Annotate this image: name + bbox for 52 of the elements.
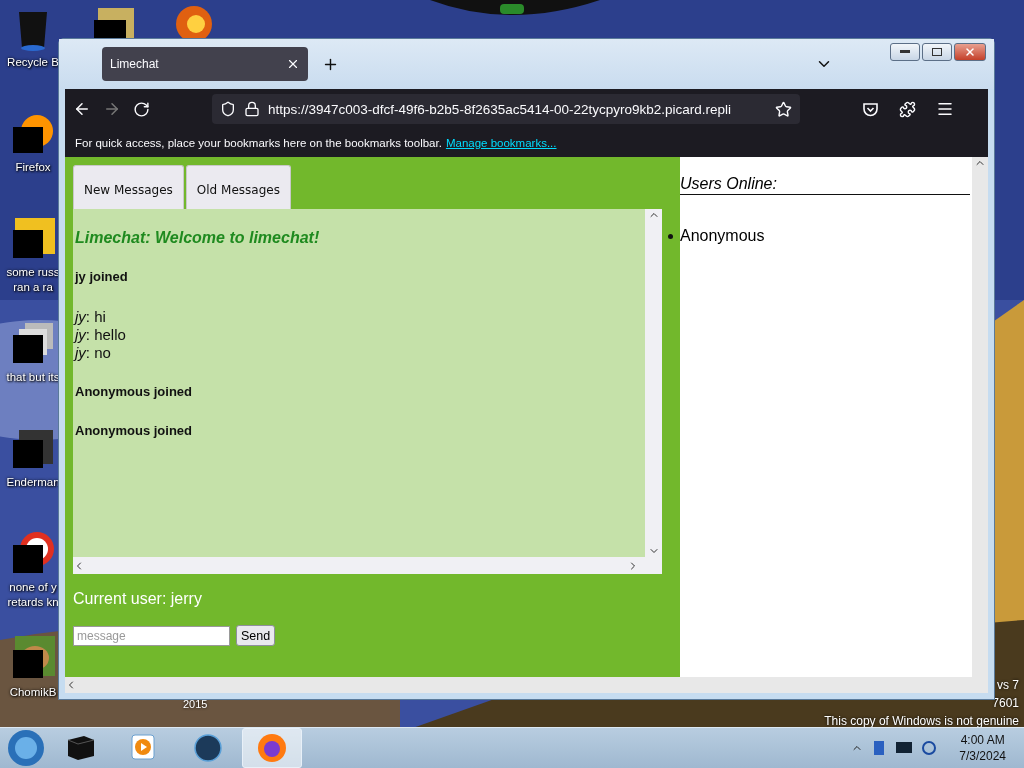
chat-title: Limechat: Welcome to limechat! [75, 229, 321, 247]
chat-message: jy: hi [75, 308, 107, 326]
extensions-icon[interactable] [899, 100, 916, 118]
desktop-icon-label: ran a ra [13, 280, 53, 295]
manage-bookmarks-link[interactable]: Manage bookmarks... [445, 137, 557, 149]
desktop-icon-label: some russ [6, 265, 60, 280]
menu-icon[interactable] [936, 100, 954, 118]
windows-notice: vs 7 [997, 678, 1019, 692]
maximize-button[interactable] [922, 43, 952, 61]
bullet-icon [668, 234, 673, 239]
monitor-icon[interactable] [895, 740, 914, 756]
close-button[interactable] [954, 43, 986, 61]
desktop-icon-label: Firefox [15, 160, 51, 175]
pocket-icon[interactable] [862, 100, 879, 118]
desktop-icon-label: none of y [9, 580, 57, 595]
current-user-text: Current user: jerry [73, 590, 203, 608]
network-icon[interactable] [921, 740, 938, 756]
back-icon[interactable] [73, 100, 91, 118]
close-icon [964, 46, 976, 58]
reload-icon[interactable] [133, 100, 150, 118]
forward-icon[interactable] [103, 100, 121, 118]
chat-message: jy: hello [75, 326, 127, 344]
message-field[interactable]: message [73, 625, 230, 646]
windows-notice: This copy of Windows is not genuine [824, 714, 1019, 728]
shield-icon[interactable] [220, 101, 236, 117]
browser-tab[interactable]: Limechat [102, 47, 308, 81]
join-notice: Anonymous joined [75, 384, 193, 399]
close-icon[interactable] [286, 57, 300, 71]
maximize-icon [932, 48, 942, 56]
join-notice: Anonymous joined [75, 423, 193, 438]
lock-icon[interactable] [244, 101, 260, 117]
star-icon[interactable] [775, 100, 792, 118]
url-text: https://3947c003-dfcf-49f6-b2b5-8f2635ac5414-00-22tycpyro9kb2.picard.repli [268, 101, 733, 117]
minimize-button[interactable] [890, 43, 920, 61]
desktop-text: 2015 [183, 698, 208, 710]
clock-time[interactable]: 4:00 AM [960, 732, 1005, 748]
desktop-icon-label: ChomikB [9, 685, 57, 700]
windows-notice: 7601 [992, 696, 1019, 710]
desktop-icon-label: Enderman [6, 475, 60, 490]
desktop-icon-label: Recycle B [7, 55, 59, 70]
clock-date[interactable]: 7/3/2024 [959, 748, 1006, 764]
desktop-icon-label: retards kn [7, 595, 59, 610]
users-online-heading: Users Online: [680, 175, 970, 195]
address-bar[interactable]: https://3947c003-dfcf-49f6-b2b5-8f2635ac5414-00-22tycpyro9kb2.picard.repli [212, 94, 800, 124]
start-icon[interactable] [6, 728, 46, 768]
bookmarks-message: For quick access, place your bookmarks here on the bookmarks toolbar. [75, 137, 442, 149]
taskbar-app[interactable] [242, 728, 302, 768]
join-notice: jy joined [75, 269, 129, 284]
minimize-icon [900, 50, 910, 54]
send-button[interactable]: Send [236, 625, 276, 646]
user-name: Anonymous [680, 227, 765, 244]
chat-message: jy: no [75, 344, 112, 362]
